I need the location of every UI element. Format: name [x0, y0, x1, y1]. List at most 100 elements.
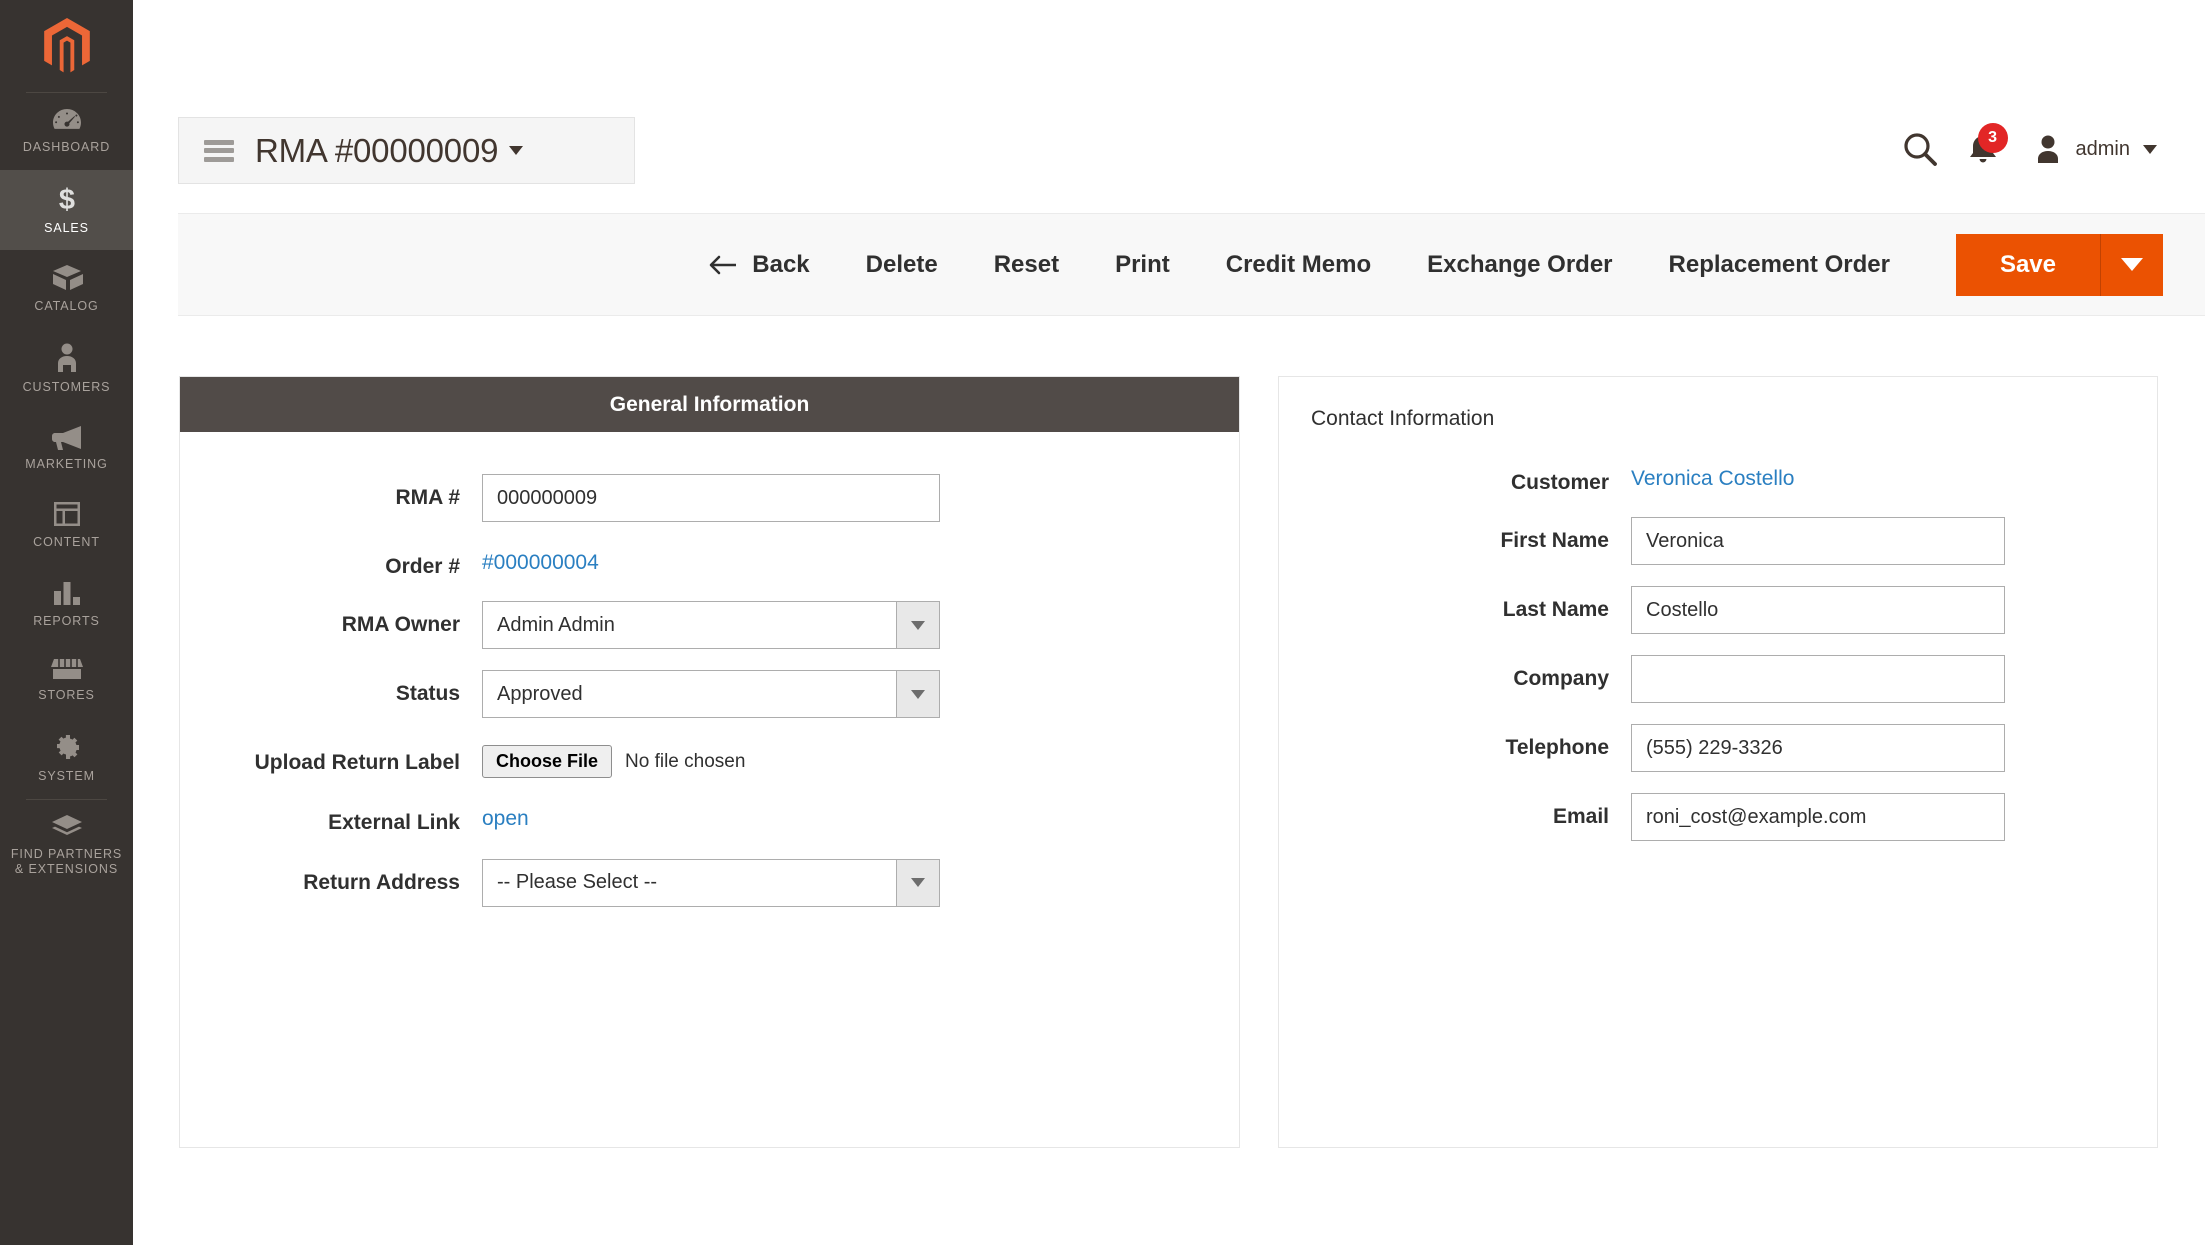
save-button[interactable]: Save	[1956, 234, 2100, 296]
customer-label: Customer	[1279, 459, 1609, 496]
email-label: Email	[1279, 793, 1609, 830]
upload-return-label-label: Upload Return Label	[180, 739, 460, 776]
rma-owner-label: RMA Owner	[180, 601, 460, 638]
page-actions-toolbar: Back Delete Reset Print Credit Memo Exch…	[178, 213, 2205, 316]
sidebar-item-label: MARKETING	[25, 457, 107, 473]
company-label: Company	[1279, 655, 1609, 692]
storefront-icon	[51, 657, 83, 681]
last-name-input[interactable]	[1631, 586, 2005, 634]
general-information-body: RMA # Order # #000000004 RMA Owner Admin…	[180, 432, 1239, 907]
field-row-rma-owner: RMA Owner Admin Admin	[180, 601, 1239, 649]
field-row-first-name: First Name	[1279, 517, 2157, 565]
return-address-label: Return Address	[180, 859, 460, 896]
field-row-customer: Customer Veronica Costello	[1279, 459, 2157, 496]
sidebar-item-label: SALES	[44, 221, 89, 237]
choose-file-button[interactable]: Choose File	[482, 745, 612, 778]
sidebar-item-catalog[interactable]: CATALOG	[0, 250, 133, 329]
email-input[interactable]	[1631, 793, 2005, 841]
sidebar-item-label: CATALOG	[34, 299, 98, 315]
header-actions: 3 admin	[1892, 116, 2157, 182]
rma-number-label: RMA #	[180, 474, 460, 511]
general-information-title: General Information	[180, 377, 1239, 432]
field-row-telephone: Telephone	[1279, 724, 2157, 772]
telephone-input[interactable]	[1631, 724, 2005, 772]
no-file-chosen-text: No file chosen	[625, 751, 745, 773]
field-row-rma-number: RMA #	[180, 474, 1239, 522]
user-avatar-icon	[2032, 133, 2064, 165]
first-name-label: First Name	[1279, 517, 1609, 554]
status-value: Approved	[482, 670, 896, 718]
chevron-down-icon[interactable]	[509, 146, 523, 155]
search-icon[interactable]	[1892, 121, 1948, 177]
box-icon	[51, 264, 83, 292]
back-button[interactable]: Back	[708, 251, 837, 279]
exchange-order-button[interactable]: Exchange Order	[1399, 251, 1640, 279]
sidebar-item-marketing[interactable]: MARKETING	[0, 410, 133, 487]
first-name-input[interactable]	[1631, 517, 2005, 565]
sidebar-item-label: SYSTEM	[38, 769, 95, 785]
magento-logo-icon	[40, 18, 94, 74]
notification-badge: 3	[1978, 123, 2008, 153]
field-row-return-address: Return Address -- Please Select --	[180, 859, 1239, 907]
layout-icon	[52, 500, 82, 528]
person-icon	[54, 343, 80, 373]
back-button-label: Back	[752, 251, 809, 279]
chevron-down-icon[interactable]	[896, 601, 940, 649]
sidebar-item-content[interactable]: CONTENT	[0, 486, 133, 565]
contact-information-title: Contact Information	[1279, 377, 2157, 431]
order-number-label: Order #	[180, 543, 460, 580]
rma-owner-value: Admin Admin	[482, 601, 896, 649]
main-sidebar: DASHBOARD $ SALES CATALOG CUSTOMERS MARK…	[0, 0, 133, 1245]
company-input[interactable]	[1631, 655, 2005, 703]
return-address-select[interactable]: -- Please Select --	[482, 859, 940, 907]
print-button[interactable]: Print	[1087, 251, 1198, 279]
field-row-email: Email	[1279, 793, 2157, 841]
external-link-open[interactable]: open	[482, 799, 529, 831]
sidebar-item-label: STORES	[38, 688, 95, 704]
status-label: Status	[180, 670, 460, 707]
customer-link[interactable]: Veronica Costello	[1631, 459, 1794, 491]
credit-memo-button[interactable]: Credit Memo	[1198, 251, 1399, 279]
bar-chart-icon	[52, 579, 82, 607]
field-row-status: Status Approved	[180, 670, 1239, 718]
sidebar-item-customers[interactable]: CUSTOMERS	[0, 329, 133, 410]
last-name-label: Last Name	[1279, 586, 1609, 623]
magento-logo[interactable]	[0, 0, 133, 92]
sidebar-item-label: CUSTOMERS	[23, 380, 111, 396]
chevron-down-icon[interactable]	[896, 670, 940, 718]
dashboard-icon	[52, 107, 82, 133]
rma-number-input[interactable]	[482, 474, 940, 522]
sidebar-item-find-partners[interactable]: FIND PARTNERS & EXTENSIONS	[0, 800, 133, 892]
dollar-icon: $	[56, 184, 78, 214]
field-row-upload-return-label: Upload Return Label Choose File No file …	[180, 739, 1239, 778]
user-menu[interactable]: admin	[2032, 133, 2157, 165]
sidebar-item-dashboard[interactable]: DASHBOARD	[0, 93, 133, 170]
reset-button[interactable]: Reset	[966, 251, 1087, 279]
delete-button[interactable]: Delete	[838, 251, 966, 279]
save-options-button[interactable]	[2101, 234, 2163, 296]
file-upload-control: Choose File No file chosen	[482, 739, 745, 778]
sidebar-item-label: CONTENT	[33, 535, 100, 551]
field-row-company: Company	[1279, 655, 2157, 703]
sidebar-item-label: FIND PARTNERS & EXTENSIONS	[11, 847, 122, 878]
replacement-order-button[interactable]: Replacement Order	[1641, 251, 1918, 279]
status-select[interactable]: Approved	[482, 670, 940, 718]
chevron-down-icon[interactable]	[2143, 145, 2157, 154]
chevron-down-icon[interactable]	[896, 859, 940, 907]
page-title-box[interactable]: RMA #00000009	[178, 117, 635, 184]
rma-owner-select[interactable]: Admin Admin	[482, 601, 940, 649]
page-title: RMA #00000009	[255, 132, 498, 170]
hamburger-icon[interactable]	[204, 140, 234, 162]
sidebar-item-stores[interactable]: STORES	[0, 643, 133, 718]
sidebar-item-system[interactable]: SYSTEM	[0, 718, 133, 799]
svg-text:$: $	[58, 184, 74, 214]
sidebar-item-label: REPORTS	[33, 614, 100, 630]
admin-page: DASHBOARD $ SALES CATALOG CUSTOMERS MARK…	[0, 0, 2205, 1245]
field-row-last-name: Last Name	[1279, 586, 2157, 634]
sidebar-item-reports[interactable]: REPORTS	[0, 565, 133, 644]
telephone-label: Telephone	[1279, 724, 1609, 761]
field-row-external-link: External Link open	[180, 799, 1239, 836]
notifications-bell[interactable]: 3	[1948, 121, 2018, 177]
order-number-link[interactable]: #000000004	[482, 543, 599, 575]
sidebar-item-sales[interactable]: $ SALES	[0, 170, 133, 251]
